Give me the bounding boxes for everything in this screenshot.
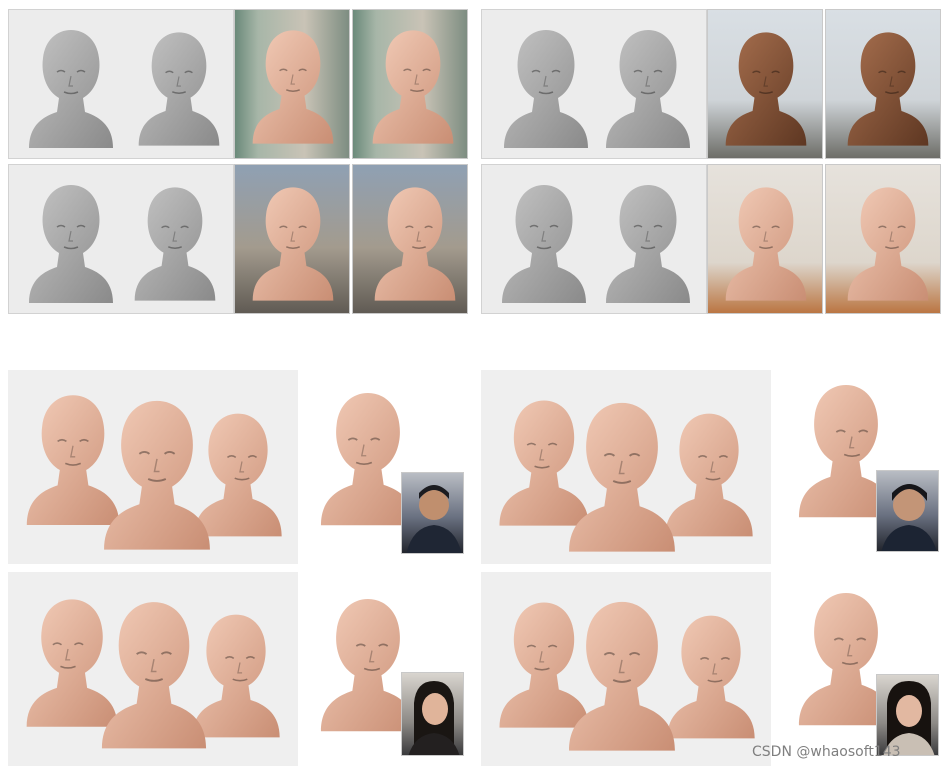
render-european-female-side	[825, 164, 941, 314]
mesh-panel-scan-european-male	[8, 164, 234, 314]
render-african-male-front	[707, 9, 823, 159]
avatar-heads-icon	[26, 395, 282, 550]
mesh-panel-european-female	[481, 164, 707, 314]
head-render-icon	[725, 187, 807, 301]
head-render-icon	[847, 32, 929, 146]
avatar-panel-adult-female	[481, 572, 771, 766]
input-photo-adult-male	[876, 470, 939, 552]
head-render-icon	[847, 187, 929, 301]
head-render-icon	[252, 30, 334, 144]
avatar-heads-icon	[26, 599, 280, 749]
scan-head-icon	[504, 30, 690, 148]
person-photo-icon	[408, 681, 460, 755]
avatar-panel-adult-male	[481, 370, 771, 564]
avatar-panel-young-female	[8, 572, 298, 766]
head-render-icon	[252, 187, 334, 301]
input-photo-young-female	[401, 672, 464, 756]
watermark-text: CSDN @whaosoft143	[752, 744, 901, 760]
scan-head-icon	[29, 30, 220, 148]
scan-head-icon	[29, 185, 216, 303]
render-african-male-side	[825, 9, 941, 159]
render-european-male-front	[234, 164, 350, 314]
person-photo-icon	[881, 484, 937, 551]
head-render-icon	[725, 32, 807, 146]
mesh-panel-scan-asian-female	[8, 9, 234, 159]
render-european-male-side	[352, 164, 468, 314]
render-european-female-front	[707, 164, 823, 314]
input-photo-elderly-male	[401, 472, 464, 554]
render-asian-female-front	[234, 9, 350, 159]
head-render-icon	[372, 30, 454, 144]
avatar-panel-elderly-male	[8, 370, 298, 564]
render-asian-female-side	[352, 9, 468, 159]
avatar-heads-icon	[499, 400, 753, 552]
head-render-icon	[374, 187, 456, 301]
scan-head-icon	[502, 185, 690, 303]
avatar-heads-icon	[499, 601, 755, 751]
mesh-panel-african-male	[481, 9, 707, 159]
person-photo-icon	[406, 485, 462, 553]
